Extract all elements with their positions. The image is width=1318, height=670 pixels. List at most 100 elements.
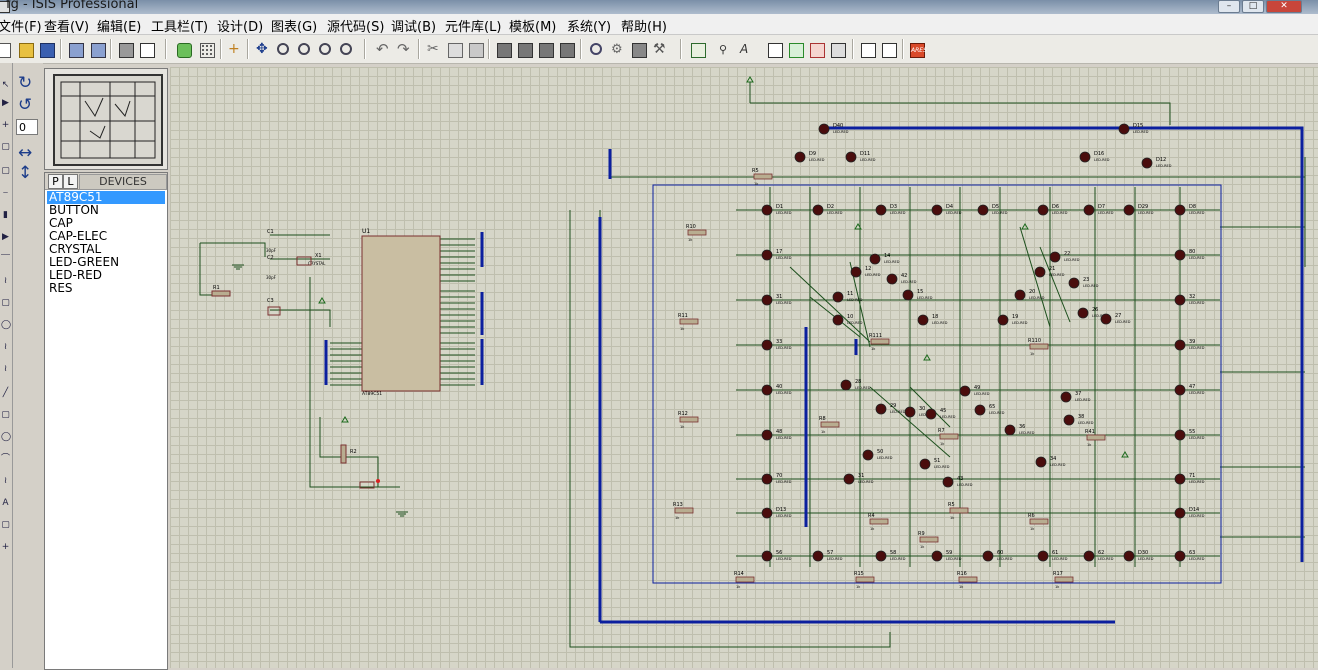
cut-icon[interactable]: ✂ [424, 40, 443, 59]
import-icon[interactable] [66, 40, 85, 59]
text-script-mode-icon[interactable]: ▢ [1, 167, 10, 176]
block-copy-icon[interactable] [494, 40, 513, 59]
menu-toolbar[interactable]: 工具栏(T) [151, 16, 208, 35]
box-mode-icon[interactable]: ▢ [1, 411, 10, 420]
terminal-mode-icon[interactable]: ▶ [1, 233, 10, 242]
property-assign-icon[interactable]: A [737, 40, 756, 59]
exit-to-parent-icon[interactable] [807, 40, 826, 59]
bill-of-materials-icon[interactable] [828, 40, 847, 59]
circle-mode-icon[interactable]: ◯ [1, 433, 11, 442]
schematic-canvas[interactable]: U1 AT89C51 C1 C2 X1 CRYSTAL C3 R1 30pF 30pF R2 D40 L… [170, 67, 1318, 668]
pin-mode-icon[interactable]: ⎺ [1, 255, 10, 264]
overview-window[interactable] [44, 68, 168, 170]
grid-icon[interactable] [197, 40, 216, 59]
electrical-rule-check-icon[interactable] [858, 40, 877, 59]
resistor-label: R9 [918, 531, 925, 537]
led [1083, 550, 1095, 562]
led-type-label: LED-RED [1064, 258, 1080, 262]
print-icon[interactable] [116, 40, 135, 59]
led-type-label: LED-RED [1052, 557, 1068, 561]
arc-mode-icon[interactable]: ⌒ [1, 455, 10, 464]
library-manager-button[interactable]: L [63, 174, 78, 189]
x1-label: X1 [315, 253, 322, 259]
menu-file[interactable]: 文件(F) [0, 16, 42, 35]
origin-icon[interactable]: + [225, 40, 244, 59]
menu-view[interactable]: 查看(V) [44, 16, 89, 35]
menu-edit[interactable]: 编辑(E) [97, 16, 141, 35]
marker-mode-icon[interactable]: + [1, 543, 10, 552]
search-tag-icon[interactable]: ⚲ [716, 40, 735, 59]
new-sheet-icon[interactable] [765, 40, 784, 59]
mirror-y-icon[interactable]: ↕ [18, 165, 32, 182]
mirror-x-icon[interactable]: ↔ [18, 145, 32, 162]
minimize-button[interactable]: – [1218, 0, 1240, 13]
open-icon[interactable] [16, 40, 35, 59]
device-item[interactable]: RES [47, 282, 165, 295]
led [794, 151, 806, 163]
zoom-area-icon[interactable] [337, 40, 356, 59]
print-area-icon[interactable] [137, 40, 156, 59]
pan-icon[interactable]: ✥ [253, 40, 272, 59]
subcircuit-mode-icon[interactable]: ▮ [1, 211, 10, 220]
rotation-angle-input[interactable]: 0 [16, 119, 38, 135]
graph-mode-icon[interactable]: ≀ [1, 277, 10, 286]
ares-icon[interactable]: ARES [907, 40, 927, 59]
generator-mode-icon[interactable]: ◯ [1, 321, 11, 330]
undo-icon[interactable]: ↶ [373, 40, 392, 59]
symbol-mode-icon[interactable]: ▢ [1, 521, 10, 530]
led-label: D2 [827, 204, 834, 210]
zoom-in-icon[interactable] [274, 40, 293, 59]
selection-mode-icon[interactable]: ↖ [1, 81, 10, 90]
led [832, 314, 844, 326]
menu-design[interactable]: 设计(D) [217, 16, 263, 35]
pick-devices-button[interactable]: P [48, 174, 63, 189]
schematic-drawing[interactable]: U1AT89C51C1C2 X1CRYSTALC3R130pF30pFR2D40L… [170, 67, 1318, 668]
tape-mode-icon[interactable]: ▢ [1, 299, 10, 308]
resistor-value: 1k [1030, 352, 1035, 356]
menu-system[interactable]: 系统(Y) [567, 16, 611, 35]
component-mode-icon[interactable]: ▶ [1, 99, 10, 108]
overview-viewport[interactable] [53, 74, 163, 166]
block-rotate-icon[interactable] [536, 40, 555, 59]
remove-sheet-icon[interactable] [786, 40, 805, 59]
rotate-clockwise-icon[interactable]: ↻ [18, 75, 32, 92]
make-device-icon[interactable]: ⚙ [608, 40, 627, 59]
line-mode-icon[interactable]: ╱ [1, 389, 10, 398]
paste-icon[interactable] [466, 40, 485, 59]
save-icon[interactable] [37, 40, 56, 59]
zoom-all-icon[interactable] [316, 40, 335, 59]
probe-mode-icon[interactable]: ≀ [1, 343, 10, 352]
path-mode-icon[interactable]: ≀ [1, 477, 10, 486]
new-icon[interactable] [0, 40, 15, 59]
refresh-icon[interactable] [174, 40, 193, 59]
menu-library[interactable]: 元件库(L) [445, 16, 501, 35]
text-mode-icon[interactable]: A [1, 499, 10, 508]
close-button[interactable]: ✕ [1266, 0, 1302, 13]
menu-debug[interactable]: 调试(B) [391, 16, 436, 35]
bus-mode-icon[interactable]: ⎯ [1, 189, 10, 198]
zoom-out-icon[interactable] [295, 40, 314, 59]
menu-graph[interactable]: 图表(G) [271, 16, 317, 35]
led-label: 15 [917, 289, 923, 295]
wire-autorouter-icon[interactable] [688, 40, 707, 59]
menu-template[interactable]: 模板(M) [509, 16, 556, 35]
menu-source[interactable]: 源代码(S) [327, 16, 384, 35]
maximize-button[interactable]: □ [1242, 0, 1264, 13]
block-delete-icon[interactable] [557, 40, 576, 59]
menu-help[interactable]: 帮助(H) [621, 16, 667, 35]
block-move-icon[interactable] [515, 40, 534, 59]
junction-mode-icon[interactable]: + [1, 121, 10, 130]
redo-icon[interactable]: ↷ [394, 40, 413, 59]
export-icon[interactable] [88, 40, 107, 59]
resistor-value: 1k [871, 347, 876, 351]
led [931, 204, 943, 216]
package-icon[interactable] [629, 40, 648, 59]
pick-device-icon[interactable] [587, 40, 606, 59]
decompose-icon[interactable]: ⚒ [650, 40, 669, 59]
wire-label-mode-icon[interactable]: ▢ [1, 143, 10, 152]
led [845, 151, 857, 163]
instrument-mode-icon[interactable]: ≀ [1, 365, 10, 374]
copy-icon[interactable] [445, 40, 464, 59]
netlist-icon[interactable] [879, 40, 898, 59]
rotate-anticlockwise-icon[interactable]: ↺ [18, 97, 32, 114]
